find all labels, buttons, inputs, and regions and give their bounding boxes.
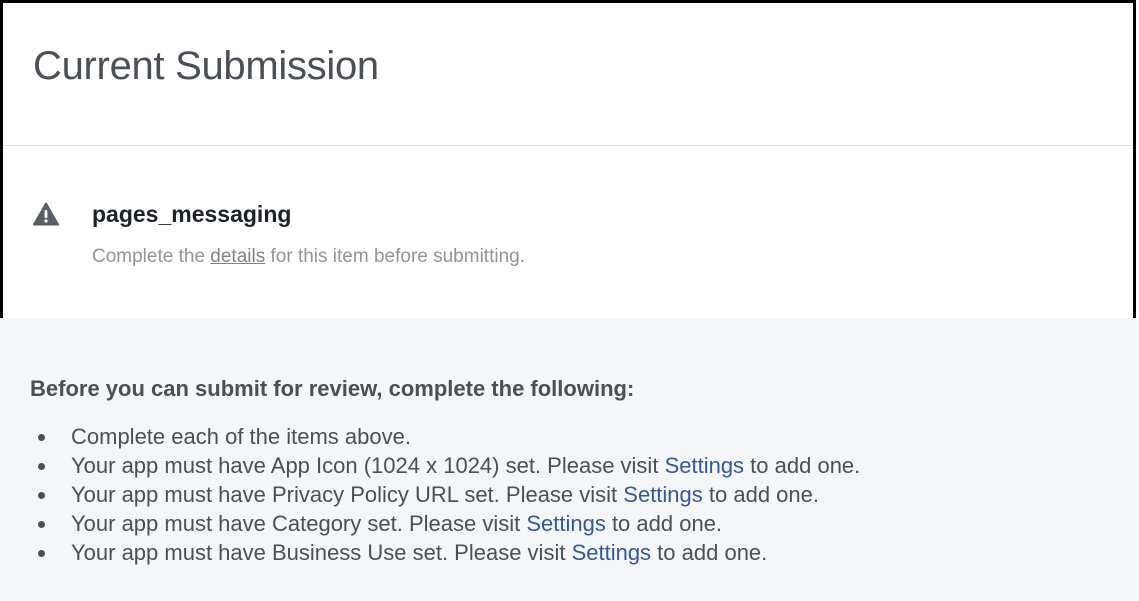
settings-link[interactable]: Settings <box>526 511 606 536</box>
requirement-text: Your app must have Category set. Please … <box>71 511 527 536</box>
item-description: Complete the details for this item befor… <box>92 244 525 270</box>
requirement-text: Complete each of the items above. <box>71 424 411 449</box>
bullet-icon <box>38 434 45 441</box>
list-item: Your app must have Category set. Please … <box>38 509 860 538</box>
requirements-heading: Before you can submit for review, comple… <box>30 376 635 401</box>
settings-link[interactable]: Settings <box>572 540 652 565</box>
requirement-text: Your app must have Business Use set. Ple… <box>71 540 572 565</box>
requirement-text-after: to add one. <box>744 453 861 478</box>
submission-item: pages_messaging Complete the details for… <box>3 146 1133 321</box>
list-item: Complete each of the items above. <box>38 422 860 451</box>
list-item: Your app must have Privacy Policy URL se… <box>38 480 860 509</box>
bullet-icon <box>38 550 45 557</box>
bullet-icon <box>38 492 45 499</box>
warning-triangle-icon <box>33 202 59 226</box>
details-link[interactable]: details <box>210 246 265 267</box>
bullet-icon <box>38 521 45 528</box>
list-item: Your app must have App Icon (1024 x 1024… <box>38 451 860 480</box>
list-item: Your app must have Business Use set. Ple… <box>38 538 860 567</box>
requirement-text-after: to add one. <box>605 511 723 536</box>
item-name: pages_messaging <box>92 201 292 227</box>
requirements-section: Before you can submit for review, comple… <box>0 318 1139 601</box>
page-title: Current Submission <box>33 44 379 88</box>
settings-link[interactable]: Settings <box>665 453 745 478</box>
requirement-text: Your app must have App Icon (1024 x 1024… <box>71 453 665 478</box>
settings-link[interactable]: Settings <box>623 482 703 507</box>
item-desc-before: Complete the <box>92 246 211 267</box>
item-desc-after: for this item before submitting. <box>265 246 525 267</box>
requirement-text-after: to add one. <box>651 540 768 565</box>
requirement-text-after: to add one. <box>702 482 819 507</box>
bullet-icon <box>38 463 45 470</box>
panel-header: Current Submission <box>3 3 1133 146</box>
requirement-text: Your app must have Privacy Policy URL se… <box>71 482 624 507</box>
requirements-list: Complete each of the items above. Your a… <box>38 422 860 567</box>
